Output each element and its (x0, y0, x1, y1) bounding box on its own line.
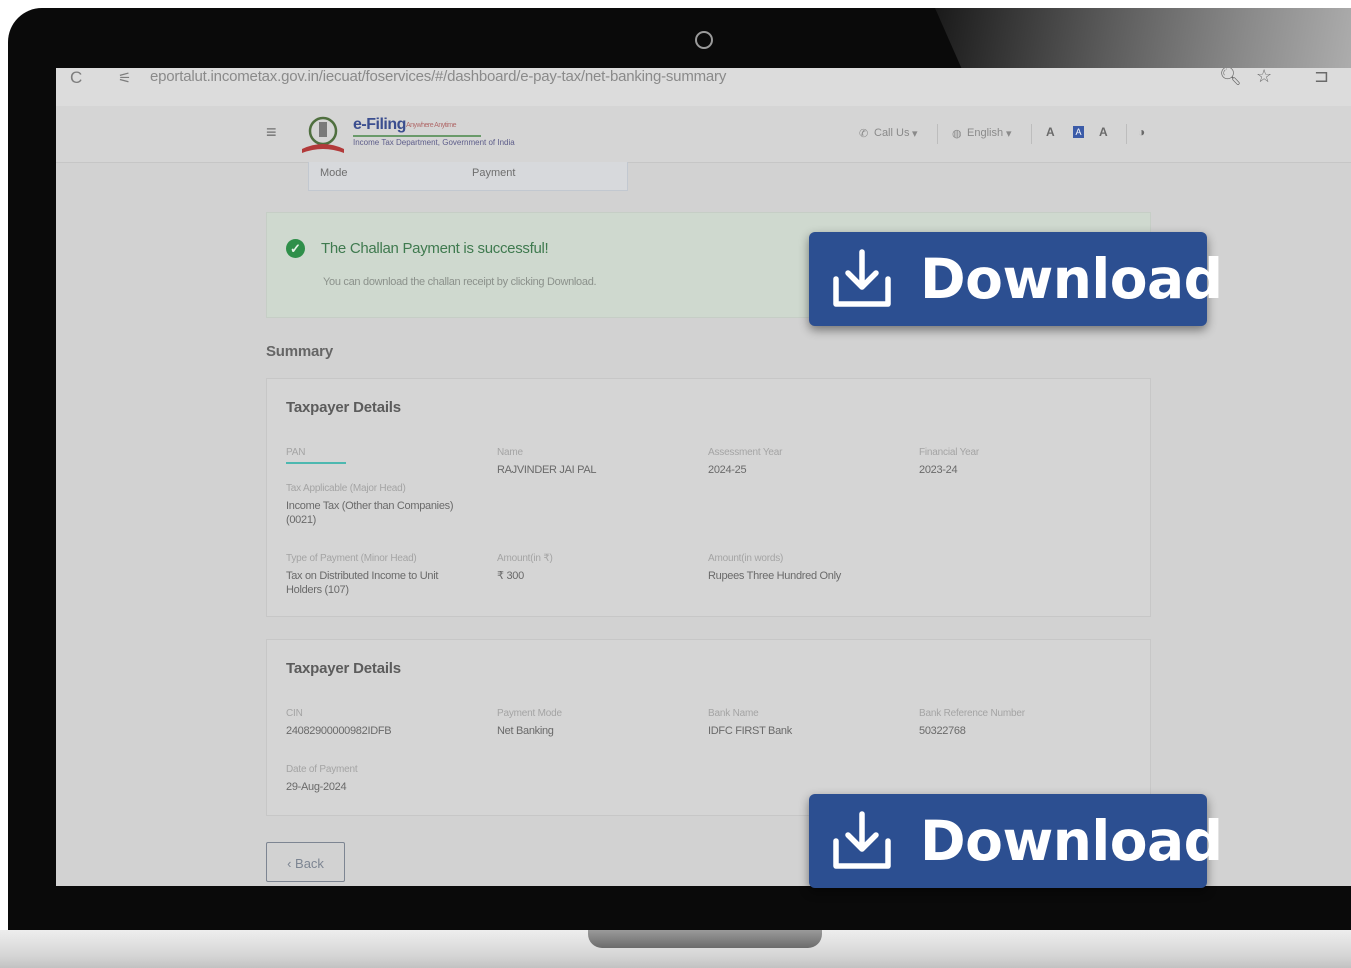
site-settings-icon[interactable]: ⚟ (118, 69, 131, 87)
amount-words-label: Amount(in words) (708, 553, 784, 564)
decrease-font-icon[interactable]: A (1046, 125, 1055, 139)
amount-words-value: Rupees Three Hundred Only (708, 570, 841, 582)
divider (1031, 124, 1032, 144)
name-label: Name (497, 447, 523, 458)
card-title: Taxpayer Details (286, 660, 401, 677)
pan-label: PAN (286, 447, 306, 458)
zoom-icon[interactable]: 🔍︎ (1219, 68, 1242, 87)
download-label: Download (920, 809, 1223, 873)
financial-year-label: Financial Year (919, 447, 980, 458)
logo-text: e-Filing (353, 116, 406, 133)
globe-icon[interactable]: ◍ (952, 127, 962, 140)
hamburger-menu-icon[interactable]: ≡ (266, 122, 277, 143)
tax-applicable-value: Income Tax (Other than Companies) (0021) (286, 500, 454, 526)
logo-subtitle: Income Tax Department, Government of Ind… (353, 138, 515, 147)
taxpayer-details-card: Taxpayer Details PAN Name RAJVINDER JAI … (266, 378, 1151, 617)
payment-details-card: Taxpayer Details CIN 24082900000982IDFB … (266, 639, 1151, 816)
back-button[interactable]: ‹ Back (266, 842, 345, 882)
download-icon (833, 249, 891, 307)
bank-name-value: IDFC FIRST Bank (708, 725, 792, 737)
payment-header: Payment (472, 167, 516, 179)
bookmark-star-icon[interactable]: ☆ (1256, 68, 1272, 87)
logo-tagline: Anywhere Anytime (406, 122, 456, 129)
financial-year-value: 2023-24 (919, 464, 958, 476)
contrast-icon[interactable]: ◑ (1138, 125, 1145, 139)
amount-label: Amount(in ₹) (497, 553, 553, 564)
download-button[interactable]: Download (809, 794, 1223, 888)
mode-table-fragment: Mode Payment (308, 162, 628, 191)
payment-type-label: Type of Payment (Minor Head) (286, 553, 417, 564)
payment-date-label: Date of Payment (286, 764, 358, 775)
card-title: Taxpayer Details (286, 399, 401, 416)
payment-mode-value: Net Banking (497, 725, 554, 737)
chevron-down-icon[interactable]: ▾ (1006, 127, 1012, 140)
browser-address-bar: C ⚟ eportalut.incometax.gov.in/iecuat/fo… (56, 68, 1351, 106)
name-value: RAJVINDER JAI PAL (497, 464, 597, 476)
webcam-icon (695, 31, 713, 49)
assessment-year-value: 2024-25 (708, 464, 747, 476)
payment-mode-label: Payment Mode (497, 708, 562, 719)
bank-reference-value: 50322768 (919, 725, 966, 737)
logo-underline (353, 135, 481, 137)
assessment-year-label: Assessment Year (708, 447, 783, 458)
tax-applicable-label: Tax Applicable (Major Head) (286, 483, 406, 494)
site-header: ≡ e-Filing Anywhere Anytime Income Tax D… (56, 106, 1351, 163)
laptop-hinge-notch (588, 930, 822, 948)
emblem-logo-icon (302, 116, 344, 153)
laptop-screen: C ⚟ eportalut.incometax.gov.in/iecuat/fo… (56, 68, 1351, 886)
success-subtitle: You can download the challan receipt by … (323, 276, 597, 288)
divider (937, 124, 938, 144)
url-text[interactable]: eportalut.incometax.gov.in/iecuat/foserv… (150, 68, 726, 85)
bank-reference-label: Bank Reference Number (919, 708, 1025, 719)
success-title: The Challan Payment is successful! (321, 240, 549, 257)
call-us-menu[interactable]: Call Us (874, 127, 909, 139)
extensions-icon[interactable]: ⊐ (1314, 68, 1329, 87)
default-font-icon[interactable]: A (1073, 126, 1084, 138)
divider (1126, 124, 1127, 144)
summary-heading: Summary (266, 343, 333, 360)
phone-icon[interactable]: ✆ (859, 127, 868, 140)
cin-label: CIN (286, 708, 303, 719)
bezel-gloss (935, 8, 1351, 68)
bank-name-label: Bank Name (708, 708, 759, 719)
payment-date-value: 29-Aug-2024 (286, 781, 347, 793)
chevron-down-icon[interactable]: ▾ (912, 127, 918, 140)
reload-icon[interactable]: C (70, 68, 82, 88)
mode-header: Mode (320, 167, 348, 179)
increase-font-icon[interactable]: A (1099, 125, 1108, 139)
language-menu[interactable]: English (967, 127, 1003, 139)
download-label: Download (920, 247, 1223, 311)
cin-value: 24082900000982IDFB (286, 725, 392, 737)
pan-masked-value (286, 462, 346, 464)
payment-type-value: Tax on Distributed Income to Unit Holder… (286, 570, 439, 596)
download-button[interactable]: Download (809, 232, 1223, 326)
check-circle-icon: ✓ (286, 239, 305, 258)
download-icon (833, 811, 891, 869)
amount-value: ₹ 300 (497, 570, 524, 582)
